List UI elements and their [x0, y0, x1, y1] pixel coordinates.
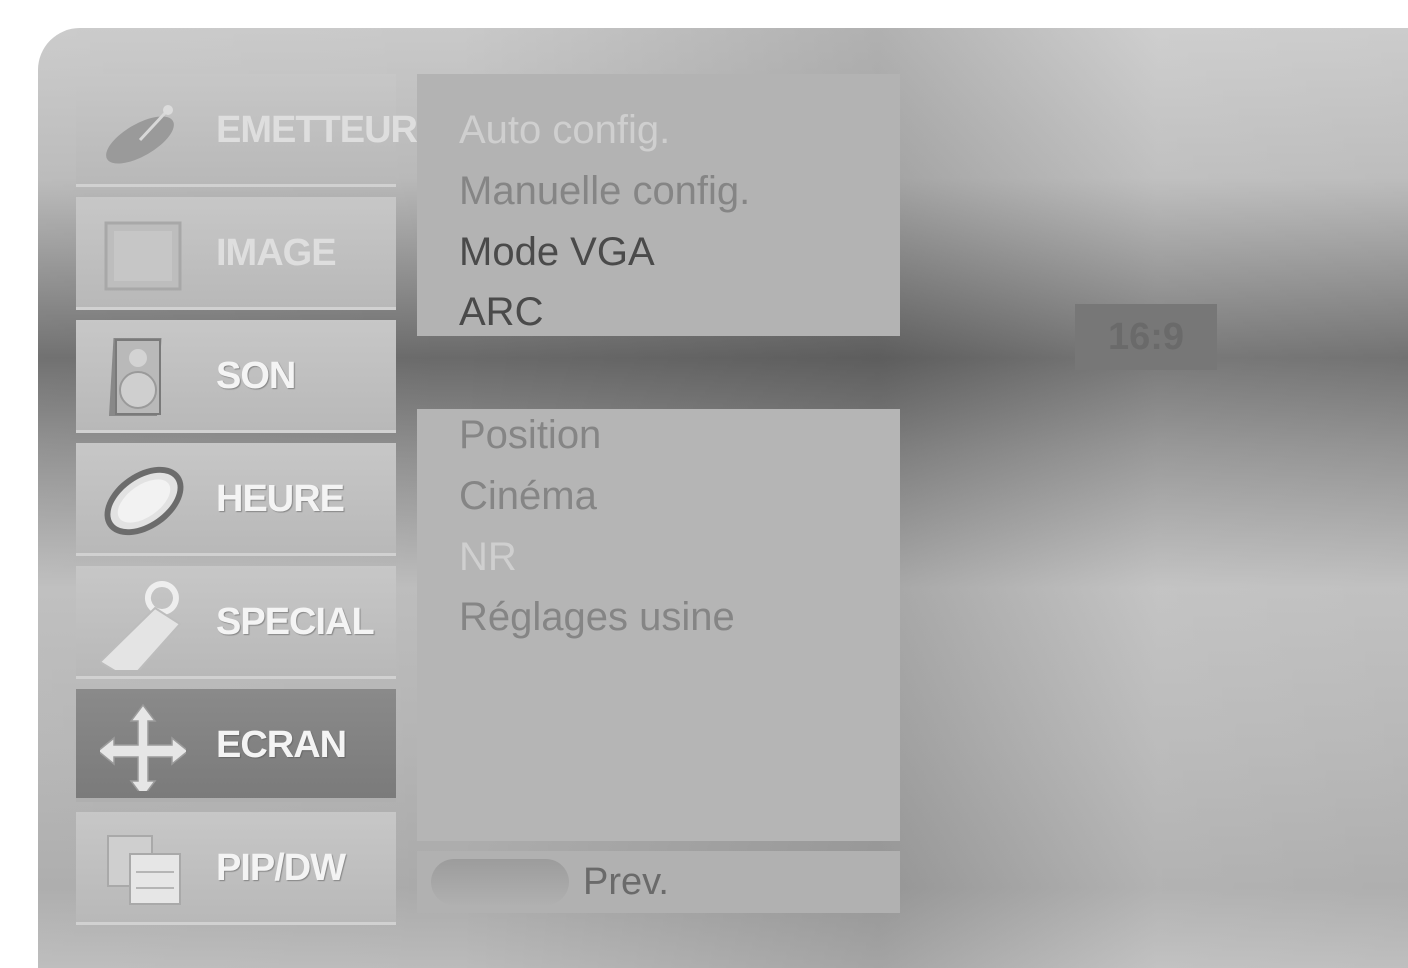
osd-panel: EMETTEUR IMAGE SON HEURE SPECIAL ECRAN P…	[38, 28, 1408, 968]
submenu-item-reglages-usine[interactable]: Réglages usine	[459, 595, 735, 640]
move-arrows-icon	[100, 703, 186, 791]
menu-item-label: EMETTEUR	[216, 109, 418, 151]
pip-windows-icon	[107, 835, 181, 905]
menu-item-label: ECRAN	[216, 724, 347, 766]
submenu-item-manuelle-config[interactable]: Manuelle config.	[459, 169, 750, 214]
submenu-top: Auto config. Manuelle config. Mode VGA A…	[417, 74, 900, 336]
menu-item-label: SON	[216, 355, 296, 397]
menu-item-special[interactable]: SPECIAL	[76, 566, 396, 679]
prev-button[interactable]	[431, 859, 569, 905]
menu-item-son[interactable]: SON	[76, 320, 396, 433]
submenu-item-position[interactable]: Position	[459, 413, 601, 458]
arc-value-box: 16:9	[1075, 304, 1217, 370]
main-menu: EMETTEUR IMAGE SON HEURE SPECIAL ECRAN P…	[76, 74, 418, 935]
picture-icon	[104, 221, 182, 291]
menu-item-pipdw[interactable]: PIP/DW	[76, 812, 396, 925]
submenu-item-mode-vga[interactable]: Mode VGA	[459, 230, 655, 275]
submenu-item-arc[interactable]: ARC	[459, 290, 543, 335]
submenu-bottom: Position Cinéma NR Réglages usine	[417, 409, 900, 841]
menu-item-ecran[interactable]: ECRAN	[76, 689, 396, 802]
prev-label: Prev.	[583, 861, 669, 903]
menu-item-label: IMAGE	[216, 232, 337, 274]
menu-item-image[interactable]: IMAGE	[76, 197, 396, 310]
clock-icon	[104, 466, 184, 536]
tag-icon	[100, 581, 182, 670]
submenu-item-auto-config[interactable]: Auto config.	[459, 108, 670, 153]
satellite-dish-icon	[106, 105, 174, 164]
submenu-item-nr[interactable]: NR	[459, 535, 517, 580]
menu-item-emetteur[interactable]: EMETTEUR	[76, 74, 418, 187]
footer-bar: Prev.	[417, 851, 900, 913]
menu-item-label: SPECIAL	[216, 601, 375, 643]
menu-item-label: PIP/DW	[216, 847, 346, 889]
menu-item-label: HEURE	[216, 478, 345, 520]
speaker-icon	[109, 338, 162, 416]
submenu-item-cinema[interactable]: Cinéma	[459, 474, 597, 519]
menu-item-heure[interactable]: HEURE	[76, 443, 396, 556]
